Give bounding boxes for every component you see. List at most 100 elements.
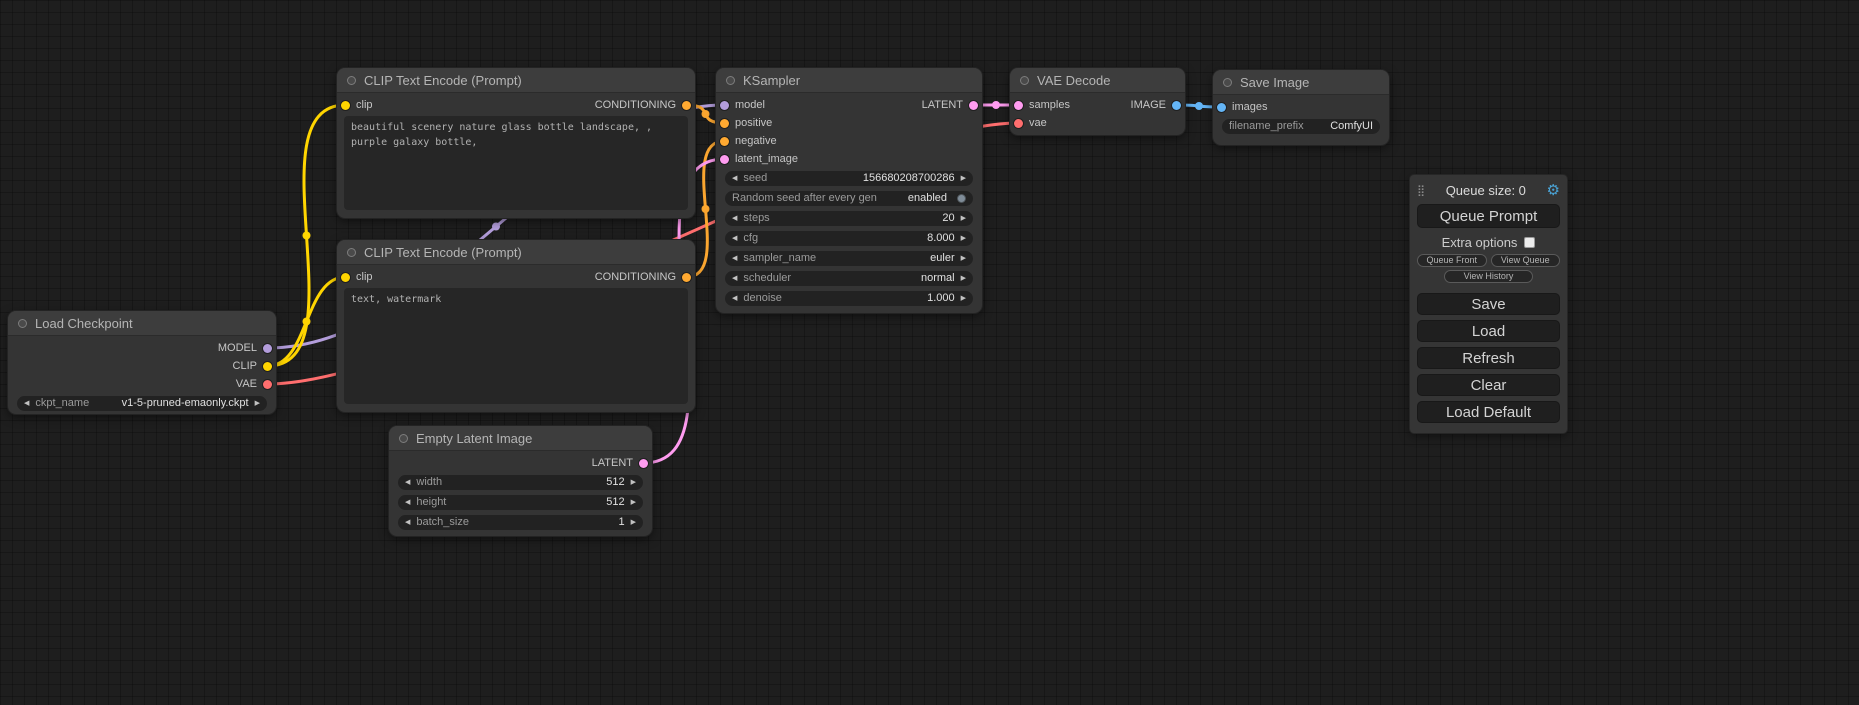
node-clip-text-encode-positive[interactable]: CLIP Text Encode (Prompt) clip CONDITION… bbox=[337, 68, 695, 218]
port-dot-model[interactable] bbox=[263, 344, 272, 353]
port-dot-latent-image[interactable] bbox=[720, 155, 729, 164]
node-ksampler[interactable]: KSampler model LATENT positive negative bbox=[716, 68, 982, 313]
port-dot-conditioning[interactable] bbox=[682, 101, 691, 110]
collapse-toggle-icon[interactable] bbox=[18, 319, 27, 328]
collapse-toggle-icon[interactable] bbox=[399, 434, 408, 443]
extra-options-checkbox[interactable] bbox=[1524, 237, 1535, 248]
input-port-positive[interactable]: positive bbox=[720, 117, 772, 129]
input-port-negative[interactable]: negative bbox=[720, 135, 777, 147]
node-title-bar[interactable]: Load Checkpoint bbox=[8, 311, 276, 336]
node-vae-decode[interactable]: VAE Decode samples IMAGE vae bbox=[1010, 68, 1185, 135]
drag-handle-icon[interactable]: ⣿ bbox=[1417, 184, 1425, 197]
node-empty-latent-image[interactable]: Empty Latent Image LATENT ◀ width 512 ▶ … bbox=[389, 426, 652, 536]
load-button[interactable]: Load bbox=[1417, 320, 1560, 342]
queue-prompt-button[interactable]: Queue Prompt bbox=[1417, 204, 1560, 228]
node-title-bar[interactable]: CLIP Text Encode (Prompt) bbox=[337, 68, 695, 93]
port-dot-clip[interactable] bbox=[341, 101, 350, 110]
toggle-state-icon[interactable] bbox=[957, 194, 966, 203]
increment-arrow-icon[interactable]: ▶ bbox=[631, 515, 636, 530]
widget-ckpt-name[interactable]: ◀ ckpt_name v1-5-pruned-emaonly.ckpt ▶ bbox=[17, 396, 267, 411]
increment-arrow-icon[interactable]: ▶ bbox=[631, 475, 636, 490]
widget-random-seed-toggle[interactable]: Random seed after every gen enabled bbox=[725, 191, 973, 206]
node-title-bar[interactable]: CLIP Text Encode (Prompt) bbox=[337, 240, 695, 265]
decrement-arrow-icon[interactable]: ◀ bbox=[405, 515, 410, 530]
output-port-model[interactable]: MODEL bbox=[218, 342, 272, 354]
refresh-button[interactable]: Refresh bbox=[1417, 347, 1560, 369]
widget-batch-size[interactable]: ◀ batch_size 1 ▶ bbox=[398, 515, 643, 530]
input-port-model[interactable]: model bbox=[720, 99, 765, 111]
widget-width[interactable]: ◀ width 512 ▶ bbox=[398, 475, 643, 490]
node-title-bar[interactable]: Save Image bbox=[1213, 70, 1389, 95]
port-dot-clip[interactable] bbox=[263, 362, 272, 371]
port-dot-vae[interactable] bbox=[1014, 119, 1023, 128]
view-queue-button[interactable]: View Queue bbox=[1491, 254, 1561, 267]
widget-steps[interactable]: ◀ steps 20 ▶ bbox=[725, 211, 973, 226]
port-dot-clip[interactable] bbox=[341, 273, 350, 282]
decrement-arrow-icon[interactable]: ◀ bbox=[405, 475, 410, 490]
widget-height[interactable]: ◀ height 512 ▶ bbox=[398, 495, 643, 510]
port-dot-samples[interactable] bbox=[1014, 101, 1023, 110]
decrement-arrow-icon[interactable]: ◀ bbox=[24, 396, 29, 411]
node-save-image[interactable]: Save Image images filename_prefix ComfyU… bbox=[1213, 70, 1389, 145]
increment-arrow-icon[interactable]: ▶ bbox=[961, 271, 966, 286]
increment-arrow-icon[interactable]: ▶ bbox=[961, 211, 966, 226]
collapse-toggle-icon[interactable] bbox=[347, 248, 356, 257]
widget-filename-prefix[interactable]: filename_prefix ComfyUI bbox=[1222, 119, 1380, 134]
port-dot-image[interactable] bbox=[1172, 101, 1181, 110]
port-dot-positive[interactable] bbox=[720, 119, 729, 128]
output-port-vae[interactable]: VAE bbox=[236, 378, 272, 390]
collapse-toggle-icon[interactable] bbox=[1223, 78, 1232, 87]
node-title-bar[interactable]: KSampler bbox=[716, 68, 982, 93]
decrement-arrow-icon[interactable]: ◀ bbox=[732, 291, 737, 306]
node-title-bar[interactable]: Empty Latent Image bbox=[389, 426, 652, 451]
port-dot-latent[interactable] bbox=[969, 101, 978, 110]
node-load-checkpoint[interactable]: Load Checkpoint MODEL CLIP VAE ◀ ckpt_na… bbox=[8, 311, 276, 414]
load-default-button[interactable]: Load Default bbox=[1417, 401, 1560, 423]
increment-arrow-icon[interactable]: ▶ bbox=[631, 495, 636, 510]
output-port-image[interactable]: IMAGE bbox=[1131, 99, 1181, 111]
widget-sampler-name[interactable]: ◀ sampler_name euler ▶ bbox=[725, 251, 973, 266]
input-port-vae[interactable]: vae bbox=[1014, 117, 1047, 129]
decrement-arrow-icon[interactable]: ◀ bbox=[732, 251, 737, 266]
input-port-samples[interactable]: samples bbox=[1014, 99, 1070, 111]
output-port-latent[interactable]: LATENT bbox=[592, 457, 648, 469]
node-canvas[interactable]: { "icons": { "left_arrow": "◀", "right_a… bbox=[0, 0, 1859, 705]
port-dot-negative[interactable] bbox=[720, 137, 729, 146]
output-port-conditioning[interactable]: CONDITIONING bbox=[595, 271, 691, 283]
collapse-toggle-icon[interactable] bbox=[726, 76, 735, 85]
input-port-images[interactable]: images bbox=[1217, 101, 1267, 113]
widget-denoise[interactable]: ◀ denoise 1.000 ▶ bbox=[725, 291, 973, 306]
increment-arrow-icon[interactable]: ▶ bbox=[961, 251, 966, 266]
increment-arrow-icon[interactable]: ▶ bbox=[255, 396, 260, 411]
output-port-clip[interactable]: CLIP bbox=[233, 360, 272, 372]
decrement-arrow-icon[interactable]: ◀ bbox=[405, 495, 410, 510]
widget-cfg[interactable]: ◀ cfg 8.000 ▶ bbox=[725, 231, 973, 246]
port-dot-latent[interactable] bbox=[639, 459, 648, 468]
save-button[interactable]: Save bbox=[1417, 293, 1560, 315]
output-port-conditioning[interactable]: CONDITIONING bbox=[595, 99, 691, 111]
increment-arrow-icon[interactable]: ▶ bbox=[961, 171, 966, 186]
queue-front-button[interactable]: Queue Front bbox=[1417, 254, 1487, 267]
output-port-latent[interactable]: LATENT bbox=[922, 99, 978, 111]
queue-panel[interactable]: ⣿ Queue size: 0 ⚙ Queue Prompt Extra opt… bbox=[1410, 175, 1567, 433]
decrement-arrow-icon[interactable]: ◀ bbox=[732, 231, 737, 246]
decrement-arrow-icon[interactable]: ◀ bbox=[732, 271, 737, 286]
increment-arrow-icon[interactable]: ▶ bbox=[961, 231, 966, 246]
input-port-clip[interactable]: clip bbox=[341, 99, 373, 111]
port-dot-conditioning[interactable] bbox=[682, 273, 691, 282]
clear-button[interactable]: Clear bbox=[1417, 374, 1560, 396]
node-clip-text-encode-negative[interactable]: CLIP Text Encode (Prompt) clip CONDITION… bbox=[337, 240, 695, 412]
settings-gear-icon[interactable]: ⚙ bbox=[1547, 183, 1560, 198]
collapse-toggle-icon[interactable] bbox=[1020, 76, 1029, 85]
decrement-arrow-icon[interactable]: ◀ bbox=[732, 211, 737, 226]
increment-arrow-icon[interactable]: ▶ bbox=[961, 291, 966, 306]
input-port-latent-image[interactable]: latent_image bbox=[720, 153, 798, 165]
port-dot-vae[interactable] bbox=[263, 380, 272, 389]
port-dot-images[interactable] bbox=[1217, 103, 1226, 112]
decrement-arrow-icon[interactable]: ◀ bbox=[732, 171, 737, 186]
prompt-textarea[interactable]: beautiful scenery nature glass bottle la… bbox=[344, 116, 688, 210]
port-dot-model[interactable] bbox=[720, 101, 729, 110]
view-history-button[interactable]: View History bbox=[1444, 270, 1533, 283]
collapse-toggle-icon[interactable] bbox=[347, 76, 356, 85]
widget-seed[interactable]: ◀ seed 156680208700286 ▶ bbox=[725, 171, 973, 186]
